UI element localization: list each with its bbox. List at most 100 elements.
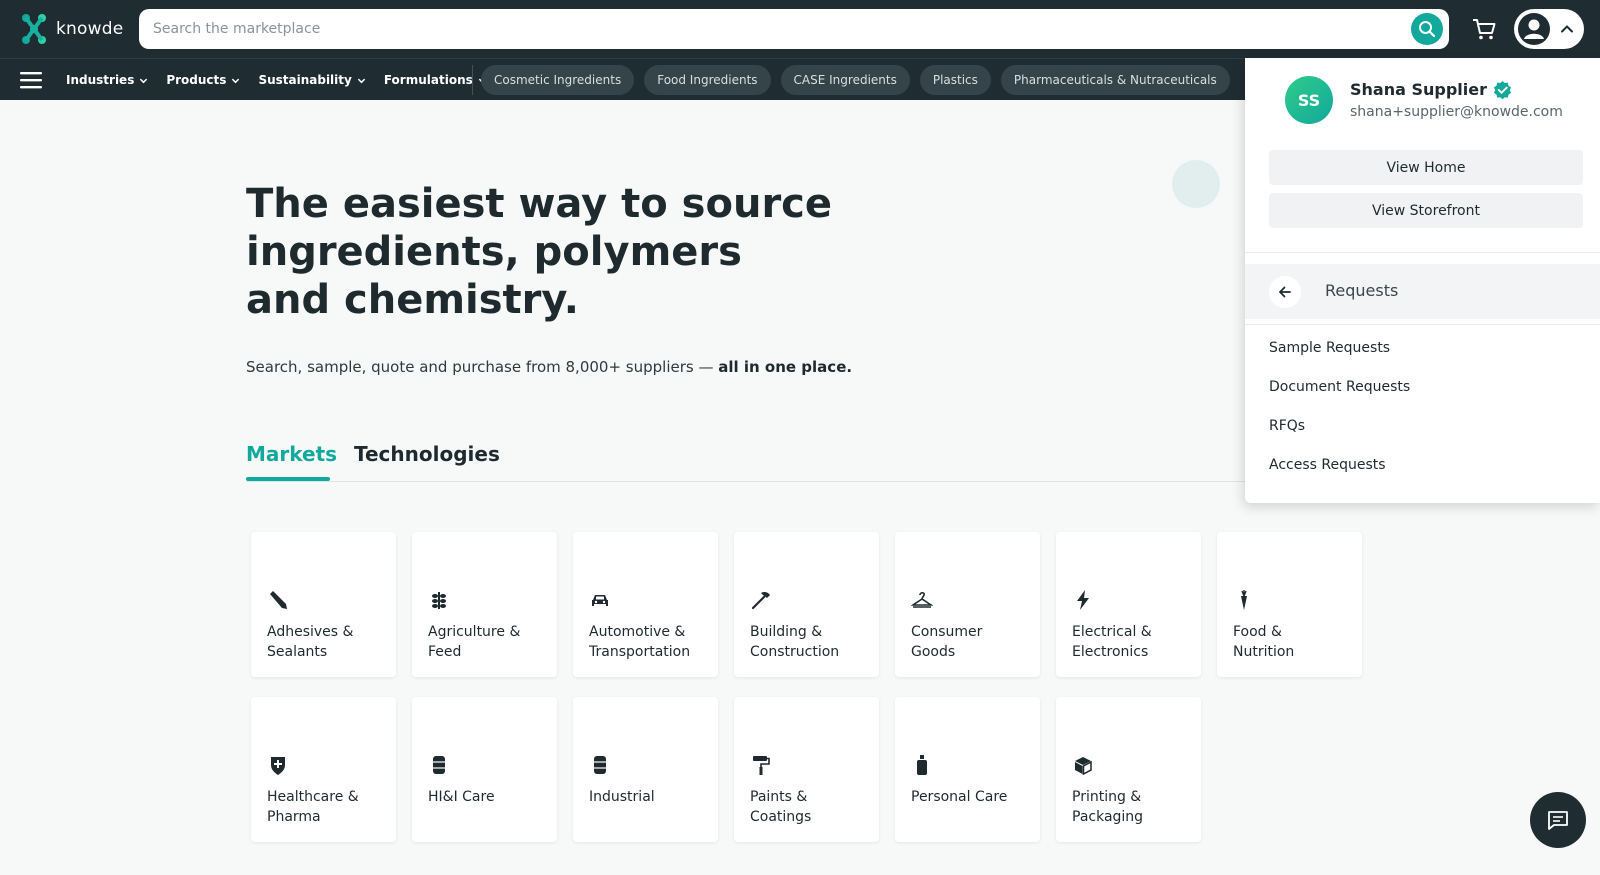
tab-markets[interactable]: Markets [246, 442, 337, 466]
top-bar: knowde [0, 0, 1600, 58]
market-card-personal-care[interactable]: Personal Care [895, 697, 1040, 842]
box-icon [1075, 757, 1092, 776]
hanger-icon [911, 591, 933, 608]
market-label: Healthcare & Pharma [267, 789, 359, 825]
market-card-industrial[interactable]: Industrial [573, 697, 718, 842]
user-avatar-icon [1518, 13, 1550, 45]
view-storefront-button[interactable]: View Storefront [1269, 193, 1583, 228]
drum-icon [594, 756, 606, 774]
hero-subtitle: Search, sample, quote and purchase from … [246, 358, 852, 376]
knowde-logo[interactable]: knowde [20, 13, 123, 45]
menu-label: Products [166, 73, 227, 87]
market-card-adhesives-sealants[interactable]: Adhesives & Sealants [251, 532, 396, 677]
bottle-icon [917, 755, 927, 775]
hamburger-menu-icon[interactable] [20, 70, 42, 90]
account-menu-button[interactable] [1514, 9, 1584, 49]
sample-requests-link[interactable]: Sample Requests [1269, 340, 1390, 356]
market-label: Consumer Goods [911, 624, 983, 660]
dropdown-divider [1245, 252, 1600, 253]
market-label: Industrial [589, 789, 655, 805]
market-label: Automotive & Transportation [589, 624, 691, 660]
menu-label: Sustainability [258, 73, 352, 87]
category-chips: Cosmetic Ingredients Food Ingredients CA… [481, 65, 1230, 95]
menu-sustainability[interactable]: Sustainability [258, 73, 366, 87]
access-requests-link[interactable]: Access Requests [1269, 457, 1386, 473]
bolt-icon [1077, 590, 1089, 610]
car-icon [592, 595, 608, 606]
chip-case-ingredients[interactable]: CASE Ingredients [780, 65, 910, 95]
market-label: Agriculture & Feed [428, 624, 521, 660]
account-name: Shana Supplier [1350, 80, 1512, 99]
market-card-consumer-goods[interactable]: Consumer Goods [895, 532, 1040, 677]
back-button[interactable] [1269, 276, 1301, 308]
account-dropdown: SS Shana Supplier shana+supplier@knowde.… [1245, 58, 1600, 503]
market-label: Food & Nutrition [1233, 624, 1295, 660]
tab-technologies[interactable]: Technologies [354, 442, 500, 466]
market-label: Printing & Packaging [1072, 789, 1144, 825]
hero-subtitle-text: Search, sample, quote and purchase from … [246, 358, 714, 376]
chevron-down-icon [140, 78, 148, 83]
carrot-icon [1241, 590, 1247, 610]
chat-icon [1548, 811, 1568, 830]
main-menu: Industries Products Sustainability Formu… [66, 59, 487, 101]
requests-title: Requests [1325, 281, 1399, 300]
hero-title: The easiest way to source ingredients, p… [246, 180, 846, 324]
hero-title-line: and chemistry. [246, 277, 579, 323]
hero-subtitle-emphasis: all in one place. [718, 358, 853, 376]
account-email: shana+supplier@knowde.com [1350, 104, 1563, 120]
market-card-automotive-transportation[interactable]: Automotive & Transportation [573, 532, 718, 677]
view-home-button[interactable]: View Home [1269, 150, 1583, 185]
document-requests-link[interactable]: Document Requests [1269, 379, 1410, 395]
arrow-left-icon [1279, 286, 1291, 298]
chat-button[interactable] [1530, 792, 1586, 848]
menu-products[interactable]: Products [166, 73, 240, 87]
chip-food-ingredients[interactable]: Food Ingredients [644, 65, 771, 95]
chevron-down-icon [232, 78, 240, 83]
market-label: Paints & Coatings [750, 789, 812, 825]
market-card-healthcare-pharma[interactable]: Healthcare & Pharma [251, 697, 396, 842]
rfqs-link[interactable]: RFQs [1269, 418, 1305, 434]
knowde-logo-icon [22, 14, 46, 44]
paint-roller-icon [753, 756, 770, 775]
chip-plastics[interactable]: Plastics [919, 65, 991, 95]
cart-icon[interactable] [1470, 15, 1498, 43]
requests-header: Requests [1245, 264, 1600, 319]
market-card-paints-coatings[interactable]: Paints & Coatings [734, 697, 879, 842]
market-card-food-nutrition[interactable]: Food & Nutrition [1217, 532, 1362, 677]
market-card-electrical-electronics[interactable]: Electrical & Electronics [1056, 532, 1201, 677]
market-card-hii-care[interactable]: HI&I Care [412, 697, 557, 842]
market-label: Personal Care [911, 789, 1008, 805]
search-bar [139, 9, 1449, 49]
brand-name: knowde [56, 19, 124, 39]
chip-pharmaceuticals-nutraceuticals[interactable]: Pharmaceuticals & Nutraceuticals [1000, 65, 1230, 95]
market-label: Electrical & Electronics [1072, 624, 1152, 660]
menu-label: Industries [66, 73, 135, 87]
wheat-icon [432, 592, 446, 609]
market-label: HI&I Care [428, 789, 495, 805]
verified-badge-icon [1493, 80, 1512, 99]
search-input[interactable] [153, 9, 1353, 49]
chevron-up-icon [1561, 25, 1573, 33]
active-tab-indicator [246, 477, 330, 481]
chevron-down-icon [357, 78, 366, 83]
menu-industries[interactable]: Industries [66, 73, 148, 87]
menu-label: Formulations [383, 73, 473, 87]
decorative-circle [1172, 160, 1220, 208]
shield-cross-icon [271, 757, 285, 775]
search-icon [1419, 21, 1436, 38]
market-card-printing-packaging[interactable]: Printing & Packaging [1056, 697, 1201, 842]
hero-title-line: ingredients, polymers [246, 229, 742, 275]
nav-divider [472, 65, 473, 95]
chip-cosmetic-ingredients[interactable]: Cosmetic Ingredients [481, 65, 635, 95]
market-label: Adhesives & Sealants [267, 624, 354, 660]
market-tabs: Markets Technologies [246, 432, 1246, 482]
dropdown-divider [1245, 324, 1600, 325]
pen-icon [270, 591, 287, 609]
search-button[interactable] [1411, 13, 1443, 45]
market-card-agriculture-feed[interactable]: Agriculture & Feed [412, 532, 557, 677]
barrel-icon [433, 756, 445, 774]
account-avatar: SS [1285, 76, 1333, 124]
hero-title-line: The easiest way to source [246, 181, 833, 227]
market-card-building-construction[interactable]: Building & Construction [734, 532, 879, 677]
market-label: Building & Construction [750, 624, 840, 660]
